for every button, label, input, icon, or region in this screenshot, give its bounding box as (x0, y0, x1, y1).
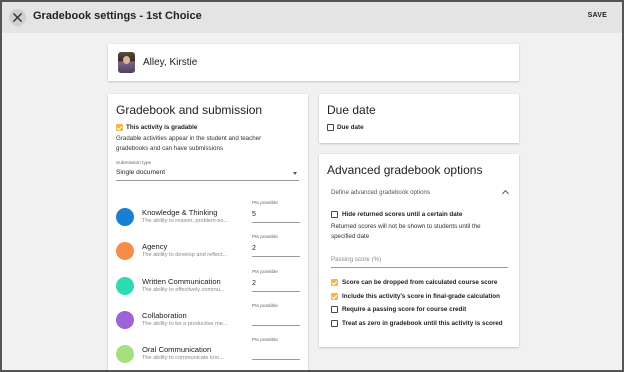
competency-name: Collaboration (142, 311, 187, 320)
save-button[interactable]: SAVE (588, 12, 607, 19)
competency-desc: The ability to develop and reflect... (142, 252, 228, 258)
pts-possible-label: Pts possible (252, 338, 278, 343)
option-checkbox-final-grade[interactable] (331, 293, 338, 300)
option-label: Treat as zero in gradebook until this ac… (342, 320, 503, 327)
student-card: Alley, Kirstie (108, 44, 519, 81)
competency-desc: The ability to reason, problem-so... (142, 218, 229, 224)
competency-dot-icon (116, 345, 134, 363)
chevron-up-icon[interactable] (501, 189, 510, 198)
option-label: Include this activity's score in final-g… (342, 293, 500, 300)
option-label: Score can be dropped from calculated cou… (342, 279, 498, 286)
top-bar: Gradebook settings - 1st Choice SAVE (2, 2, 622, 33)
competency-name: Agency (142, 242, 168, 251)
pts-underline (252, 325, 300, 326)
submission-type-label: Submission type (116, 161, 152, 166)
hide-scores-label: Hide returned scores until a certain dat… (342, 211, 463, 218)
competency-dot-icon (116, 311, 134, 329)
due-date-heading: Due date (327, 103, 376, 117)
gradebook-submission-card: Gradebook and submission This activity i… (108, 94, 308, 370)
pts-underline (252, 256, 300, 257)
option-checkbox-drop-score[interactable] (331, 279, 338, 286)
advanced-heading: Advanced gradebook options (327, 163, 483, 177)
competency-name: Knowledge & Thinking (142, 208, 218, 217)
due-date-card: Due date Due date (319, 94, 519, 143)
pts-possible-input[interactable]: 5 (252, 211, 256, 218)
submission-type-select[interactable]: Single document (116, 169, 165, 176)
due-date-checkbox[interactable] (327, 124, 334, 131)
close-button[interactable] (9, 9, 26, 26)
gradable-description-line1: Gradable activities appear in the studen… (116, 135, 262, 142)
competency-desc: The ability to effectively commu... (142, 287, 225, 293)
pts-possible-label: Pts possible (252, 304, 278, 309)
competency-dot-icon (116, 208, 134, 226)
pts-possible-label: Pts possible (252, 270, 278, 275)
gradebook-heading: Gradebook and submission (116, 103, 263, 117)
hide-scores-checkbox[interactable] (331, 211, 338, 218)
pts-underline (252, 222, 300, 223)
student-name: Alley, Kirstie (143, 57, 198, 68)
option-checkbox-treat-zero[interactable] (331, 320, 338, 327)
close-icon (13, 13, 22, 22)
advanced-options-card: Advanced gradebook options Define advanc… (319, 154, 519, 347)
page-title: Gradebook settings - 1st Choice (33, 10, 202, 22)
competency-desc: The ability to be a productive me... (142, 321, 228, 327)
competency-name: Written Communication (142, 277, 221, 286)
hide-scores-note-line1: Returned scores will not be shown to stu… (331, 223, 481, 230)
app-frame: Gradebook settings - 1st Choice SAVE All… (0, 0, 624, 372)
option-checkbox-passing-required[interactable] (331, 306, 338, 313)
pts-possible-label: Pts possible (252, 235, 278, 240)
chevron-down-icon (293, 172, 297, 175)
passing-score-underline (331, 267, 508, 268)
competency-desc: The ability to communicate kno... (142, 355, 224, 361)
pts-underline (252, 291, 300, 292)
hide-scores-note-line2: specified date (331, 233, 370, 240)
pts-possible-input[interactable]: 2 (252, 280, 256, 287)
competency-dot-icon (116, 242, 134, 260)
gradable-label: This activity is gradable (126, 124, 198, 131)
due-date-label: Due date (337, 124, 364, 131)
passing-score-input[interactable]: Passing score (%) (331, 255, 381, 265)
gradable-description-line2: gradebooks and can have submissions (116, 145, 223, 152)
competency-dot-icon (116, 277, 134, 295)
pts-possible-input[interactable]: 2 (252, 245, 256, 252)
avatar (118, 52, 135, 73)
submission-type-underline (116, 180, 299, 181)
competency-name: Oral Communication (142, 345, 212, 354)
define-options-toggle[interactable]: Define advanced gradebook options (331, 188, 430, 198)
gradable-checkbox[interactable] (116, 124, 123, 131)
pts-possible-label: Pts possible (252, 201, 278, 206)
option-label: Require a passing score for course credi… (342, 306, 467, 313)
pts-underline (252, 359, 300, 360)
